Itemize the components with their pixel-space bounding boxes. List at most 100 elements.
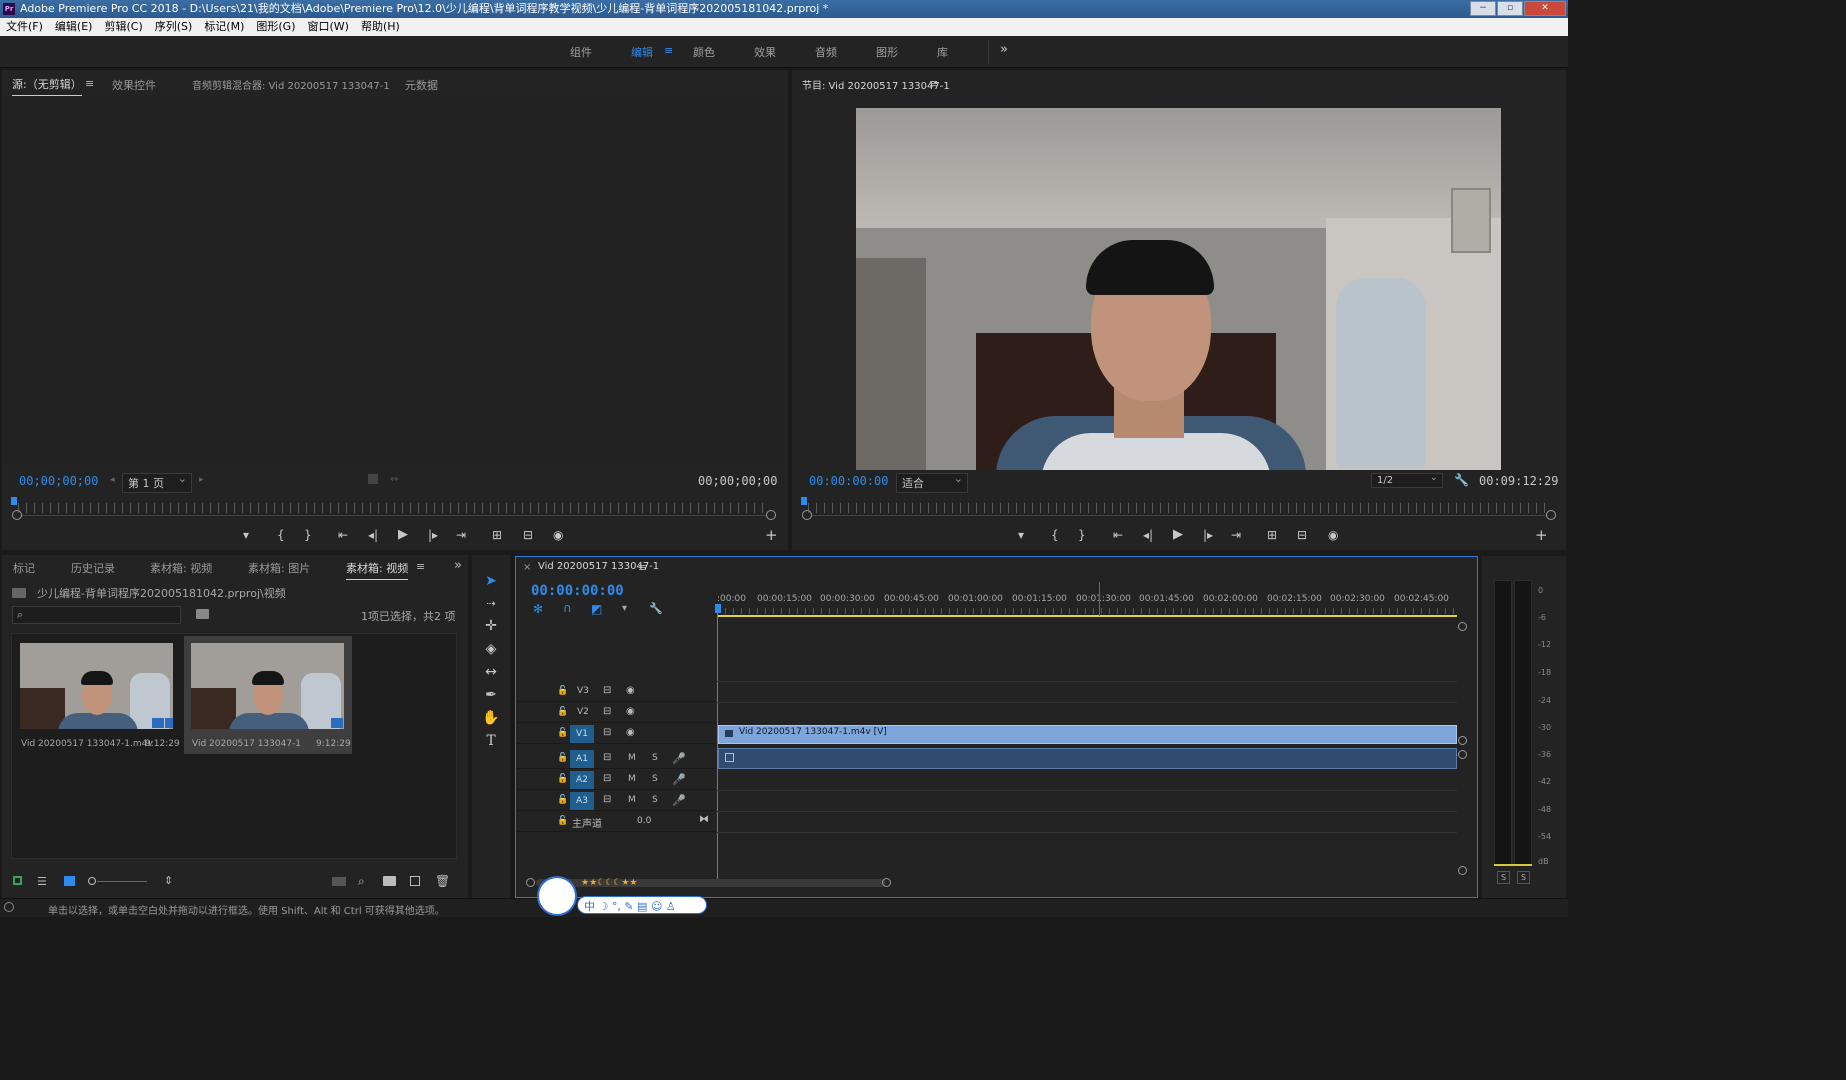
track-label[interactable]: A1 [570,750,594,768]
tab-source[interactable]: 源:（无剪辑） [12,76,82,96]
workspace-audio[interactable]: 音频 [815,44,837,60]
mute-button[interactable]: M [628,753,636,763]
ripple-edit-tool-icon[interactable]: ✛ [482,617,500,635]
track-sync-icon[interactable]: ⊟ [603,727,611,738]
track-sync-icon[interactable]: ⊟ [603,706,611,717]
vscroll-audio-handle[interactable] [1458,750,1467,759]
maximize-button[interactable]: ▫ [1497,1,1523,16]
program-mark-out-icon[interactable]: } [1078,528,1086,542]
voiceover-mic-icon[interactable]: 🎤 [672,794,686,807]
mute-button[interactable]: M [628,795,636,805]
new-item-icon[interactable] [410,876,420,886]
track-header-v1[interactable]: 🔓 V1 ⊟ ◉ [517,724,715,744]
vscroll-top-handle[interactable] [1458,622,1467,631]
bin-panel-menu-icon[interactable]: ≡ [416,560,425,573]
track-lock-icon[interactable]: 🔓 [557,707,568,717]
razor-tool-icon[interactable]: ◈ [482,640,500,658]
timeline-playhead-handle[interactable] [715,604,721,613]
tab-markers[interactable]: 标记 [13,560,35,576]
menu-markers[interactable]: 标记(M) [204,18,244,36]
program-mark-in-icon[interactable]: { [1051,528,1059,542]
source-step-back-icon[interactable]: ◂| [368,528,378,542]
workspace-menu-icon[interactable]: ≡ [664,44,673,57]
source-zoom-left-handle[interactable] [12,510,22,520]
bin-search-input[interactable]: ⌕ [12,606,181,624]
menu-file[interactable]: 文件(F) [6,18,43,36]
solo-button[interactable]: S [652,774,658,784]
track-lock-icon[interactable]: 🔓 [557,753,568,763]
workspace-effects[interactable]: 效果 [754,44,776,60]
track-sync-icon[interactable]: ⊟ [603,773,611,784]
ime-avatar-icon[interactable] [537,876,577,916]
tab-effect-controls[interactable]: 效果控件 [112,77,156,93]
sort-icon[interactable]: ⇕ [164,874,173,887]
source-playhead-timecode[interactable]: 00;00;00;00 [19,474,98,488]
program-play-icon[interactable]: ▶ [1173,527,1183,542]
hscroll-left-handle[interactable] [526,878,535,887]
track-lock-icon[interactable]: 🔓 [557,686,568,696]
source-drag-icon[interactable]: ↔ [390,474,398,485]
lock-icon[interactable] [13,876,22,885]
ime-toolbar[interactable]: ★★☾☾☾★★ 中 ☽ °, ✎ ▤ ☺ ♙ [537,876,709,916]
add-marker-icon[interactable]: ▾ [622,603,627,614]
nest-icon[interactable]: ✻ [533,602,543,616]
linked-selection-icon[interactable]: ◩ [591,602,602,616]
track-lock-icon[interactable]: 🔓 [557,816,568,826]
vscroll-video-handle[interactable] [1458,736,1467,745]
source-go-to-in-icon[interactable]: ⇤ [338,528,348,542]
project-more-icon[interactable]: » [454,558,462,573]
track-label[interactable]: V1 [570,725,594,743]
track-lock-icon[interactable]: 🔓 [557,795,568,805]
meter-solo-left-button[interactable]: S [1497,871,1510,884]
ime-buttons[interactable]: 中 ☽ °, ✎ ▤ ☺ ♙ [584,898,676,914]
master-volume-value[interactable]: 0.0 [637,816,651,826]
new-bin-icon[interactable] [383,876,396,886]
track-header-a1[interactable]: 🔓 A1 ⊟ M S 🎤 [517,749,715,769]
zoom-slider[interactable] [97,881,147,882]
source-settings-icon[interactable] [368,474,378,484]
program-extract-icon[interactable]: ⊟ [1297,528,1307,542]
pen-tool-icon[interactable]: ✒ [482,686,500,704]
tab-metadata[interactable]: 元数据 [405,77,438,93]
timeline-close-icon[interactable]: × [523,562,531,573]
tab-bin-video-1[interactable]: 素材箱: 视频 [150,560,212,576]
tab-history[interactable]: 历史记录 [71,560,115,576]
workspace-assembly[interactable]: 组件 [570,44,592,60]
bin-item-selected[interactable]: Vid 20200517 133047-1 9:12:29 [184,636,352,754]
tab-program[interactable]: 节目: Vid 20200517 133047-1 [802,77,950,92]
meter-solo-right-button[interactable]: S [1517,871,1530,884]
fit-dropdown[interactable]: 适合 [896,472,968,493]
menu-help[interactable]: 帮助(H) [361,18,400,36]
timeline-timecode[interactable]: 00:00:00:00 [531,583,624,599]
workspace-more-icon[interactable]: » [1000,42,1008,57]
source-go-to-out-icon[interactable]: ⇥ [456,528,466,542]
program-go-to-in-icon[interactable]: ⇤ [1113,528,1123,542]
source-insert-icon[interactable]: ⊞ [492,528,502,542]
program-video-frame[interactable] [856,108,1501,470]
clear-icon[interactable]: 🗑 [435,874,450,888]
automate-to-sequence-icon[interactable] [332,877,346,886]
hand-tool-icon[interactable]: ✋ [482,709,500,727]
track-header-a3[interactable]: 🔓 A3 ⊟ M S 🎤 [517,791,715,811]
program-add-button-icon[interactable]: + [1535,526,1548,544]
program-step-back-icon[interactable]: ◂| [1143,528,1153,542]
program-zoom-left-handle[interactable] [802,510,812,520]
track-lock-icon[interactable]: 🔓 [557,774,568,784]
track-eye-icon[interactable]: ◉ [626,685,635,696]
program-step-forward-icon[interactable]: |▸ [1203,528,1213,542]
workspace-color[interactable]: 颜色 [693,44,715,60]
track-header-master[interactable]: 🔓 主声道 0.0 ⧓ [517,812,715,832]
master-pan-icon[interactable]: ⧓ [699,814,709,825]
voiceover-mic-icon[interactable]: 🎤 [672,773,686,786]
source-time-ruler[interactable] [18,503,770,513]
wrench-icon[interactable]: 🔧 [1454,473,1469,487]
video-clip[interactable]: Vid 20200517 133047-1.m4v [V] [718,725,1457,744]
snap-icon[interactable]: ∩ [563,601,572,615]
find-icon[interactable]: ⌕ [358,874,365,889]
source-zoom-bar[interactable] [22,515,766,516]
source-zoom-right-handle[interactable] [766,510,776,520]
source-viewer[interactable] [2,96,788,464]
source-play-icon[interactable]: ▶ [398,527,408,542]
menu-clip[interactable]: 剪辑(C) [104,18,142,36]
page-prev-icon[interactable]: ◂ [110,475,115,485]
